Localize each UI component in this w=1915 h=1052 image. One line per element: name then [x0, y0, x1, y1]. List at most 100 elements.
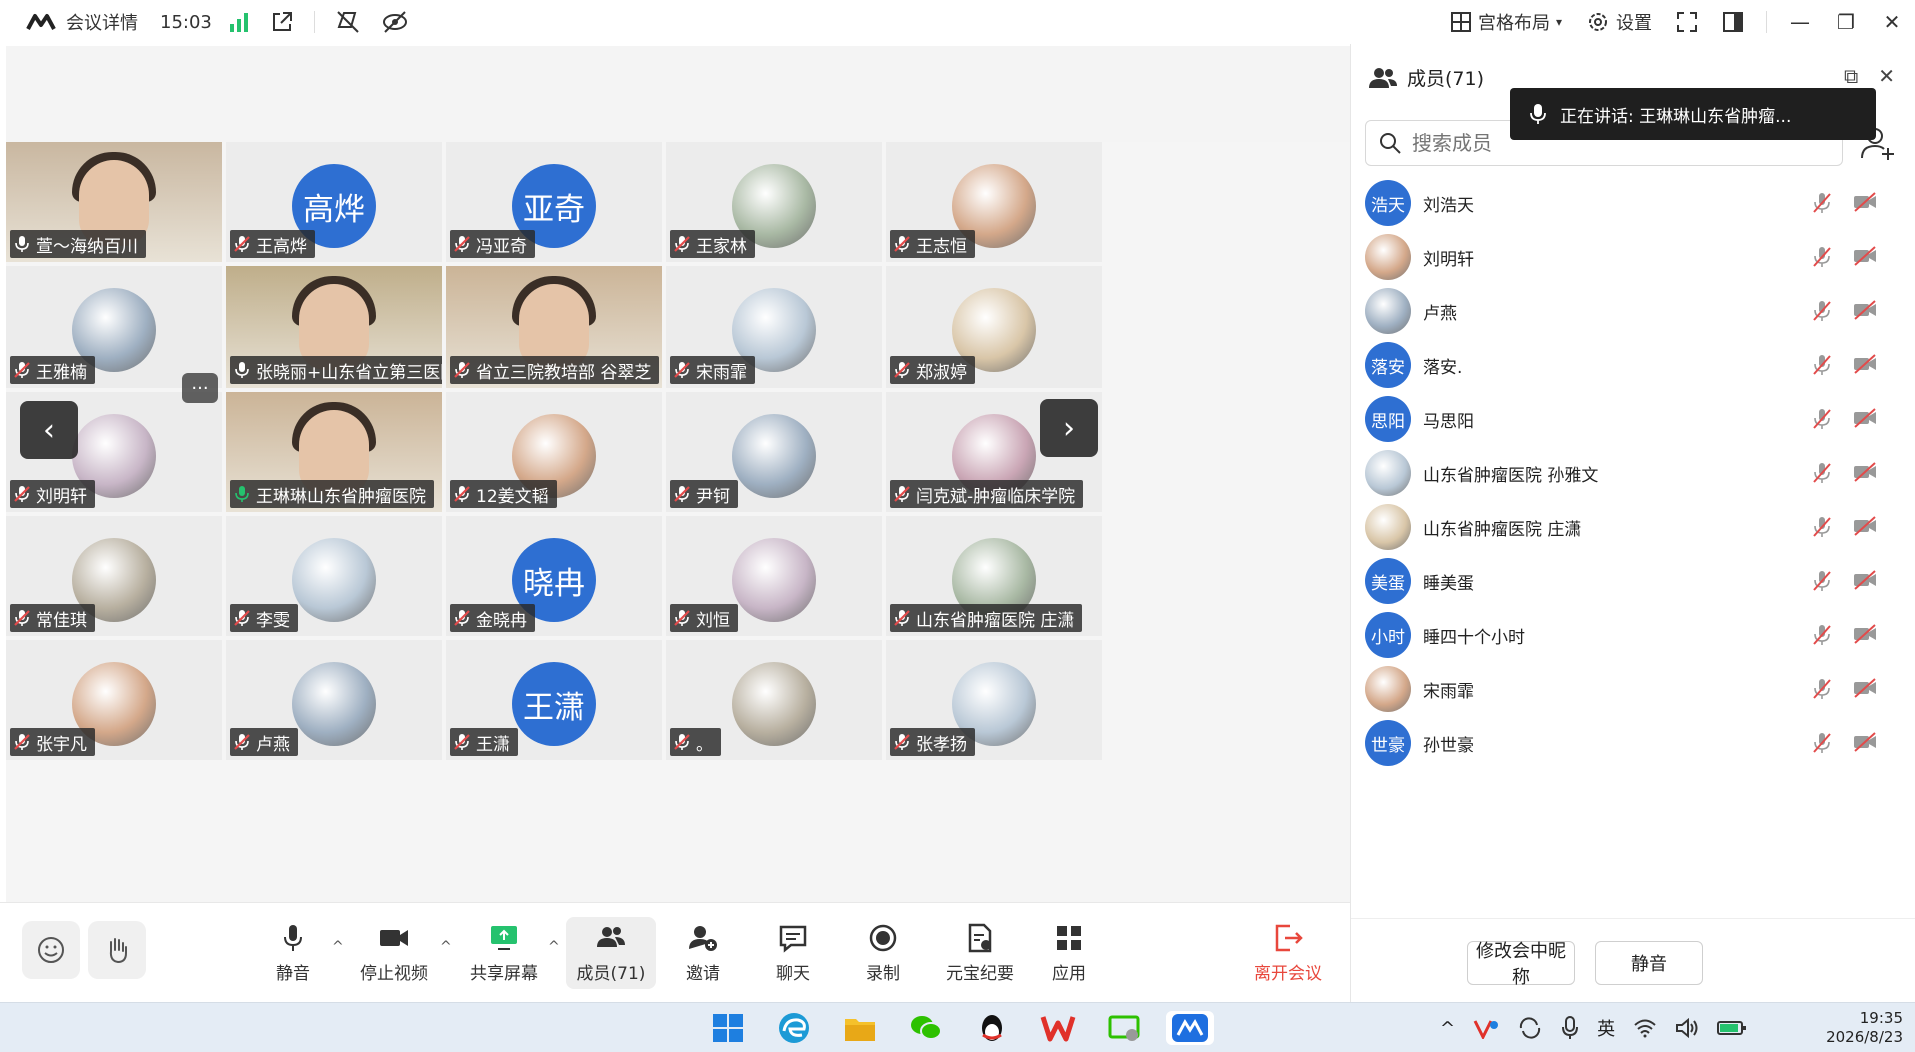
antivirus-tray-icon[interactable] — [1473, 1017, 1499, 1039]
participant-tile[interactable]: 张孝扬 — [886, 640, 1102, 760]
video-off-icon[interactable] — [1853, 354, 1877, 374]
mic-muted-icon[interactable] — [1813, 516, 1831, 538]
participant-tile[interactable]: 晓冉 金晓冉 — [446, 516, 662, 636]
wechat-icon[interactable] — [908, 1011, 944, 1045]
microphone-tray-icon[interactable] — [1561, 1016, 1579, 1040]
video-off-icon[interactable] — [1853, 516, 1877, 536]
video-off-icon[interactable] — [1853, 246, 1877, 266]
participant-tile[interactable]: 常佳琪 — [6, 516, 222, 636]
system-clock[interactable]: 19:35 2026/8/23 — [1826, 1009, 1903, 1047]
record-button[interactable]: 录制 — [838, 917, 928, 989]
minimize-button[interactable]: — — [1777, 10, 1823, 34]
screen-tool-icon[interactable] — [1106, 1011, 1142, 1045]
mic-muted-icon[interactable] — [1813, 192, 1831, 214]
participant-tile[interactable]: 王家林 — [666, 142, 882, 262]
video-off-icon[interactable] — [1853, 570, 1877, 590]
participant-tile[interactable]: 高烨 王高烨 — [226, 142, 442, 262]
chat-button[interactable]: 聊天 — [748, 917, 838, 989]
popout-panel-icon[interactable]: ⧉ — [1844, 64, 1858, 88]
participant-tile[interactable]: 宋雨霏 — [666, 266, 882, 388]
mic-muted-icon[interactable] — [1813, 570, 1831, 592]
windows-start-icon[interactable] — [710, 1011, 746, 1045]
member-list-item[interactable]: 小时 睡四十个小时 — [1365, 608, 1895, 662]
member-list-item[interactable]: 山东省肿瘤医院 庄潇 — [1365, 500, 1895, 554]
volume-icon[interactable] — [1675, 1018, 1699, 1038]
close-window-button[interactable]: ✕ — [1869, 10, 1915, 34]
video-off-icon[interactable] — [1853, 300, 1877, 320]
leave-meeting-button[interactable]: 离开会议 — [1238, 917, 1338, 989]
previous-page-button[interactable]: ‹ — [20, 401, 78, 459]
mic-muted-icon[interactable] — [1813, 462, 1831, 484]
tencent-meeting-task-icon[interactable] — [1166, 1011, 1214, 1045]
member-list-item[interactable]: 山东省肿瘤医院 孙雅文 — [1365, 446, 1895, 500]
video-off-icon[interactable] — [1853, 624, 1877, 644]
settings-button[interactable]: 设置 — [1574, 9, 1664, 35]
member-list-item[interactable]: 思阳 马思阳 — [1365, 392, 1895, 446]
participant-tile[interactable]: 刘恒 — [666, 516, 882, 636]
member-list-item[interactable]: 卢燕 — [1365, 284, 1895, 338]
video-off-icon[interactable] — [1853, 732, 1877, 752]
external-link-icon[interactable] — [270, 10, 294, 34]
toggle-sidebar-button[interactable] — [1710, 11, 1756, 33]
participant-tile[interactable]: 12姜文韬 — [446, 392, 662, 512]
participant-tile[interactable]: 卢燕 — [226, 640, 442, 760]
invite-button[interactable]: 邀请 — [658, 917, 748, 989]
participant-tile[interactable]: 山东省肿瘤医院 庄潇 — [886, 516, 1102, 636]
sync-tray-icon[interactable] — [1517, 1017, 1543, 1039]
file-explorer-icon[interactable] — [842, 1011, 878, 1045]
mute-button[interactable]: 静音 — [248, 917, 338, 989]
participant-tile[interactable]: 李雯 — [226, 516, 442, 636]
input-method-indicator[interactable]: 英 — [1597, 1015, 1615, 1041]
restore-button[interactable]: ❐ — [1823, 10, 1869, 34]
mic-muted-icon[interactable] — [1813, 732, 1831, 754]
mic-muted-icon[interactable] — [1813, 300, 1831, 322]
mute-notifications-icon[interactable] — [335, 9, 361, 35]
battery-charging-icon[interactable] — [1717, 1018, 1747, 1038]
rename-in-meeting-button[interactable]: 修改会中昵称 — [1467, 941, 1575, 988]
mic-muted-icon[interactable] — [1813, 408, 1831, 430]
edge-browser-icon[interactable] — [776, 1011, 812, 1045]
participant-tile[interactable]: 郑淑婷 — [886, 266, 1102, 388]
next-page-button[interactable]: › — [1040, 399, 1098, 457]
mute-all-button[interactable]: 静音 — [1595, 941, 1703, 985]
participant-tile[interactable]: 王雅楠 — [6, 266, 222, 388]
meeting-details-link[interactable]: 会议详情 — [66, 9, 138, 35]
signal-strength-icon[interactable] — [228, 11, 250, 33]
video-off-icon[interactable] — [1853, 408, 1877, 428]
mic-muted-icon[interactable] — [1813, 678, 1831, 700]
member-list-item[interactable]: 宋雨霏 — [1365, 662, 1895, 716]
member-list-item[interactable]: 落安 落安. — [1365, 338, 1895, 392]
participant-tile[interactable]: 张宇凡 — [6, 640, 222, 760]
member-list-item[interactable]: 美蛋 睡美蛋 — [1365, 554, 1895, 608]
raise-hand-button[interactable] — [88, 921, 146, 979]
wifi-icon[interactable] — [1633, 1018, 1657, 1038]
fullscreen-button[interactable] — [1664, 11, 1710, 33]
participant-tile[interactable]: 尹钶 — [666, 392, 882, 512]
participant-tile[interactable]: 王琳琳山东省肿瘤医院 — [226, 392, 442, 512]
show-hidden-icons-chevron-icon[interactable]: ^ — [1440, 1018, 1455, 1039]
participant-tile[interactable]: 王志恒 — [886, 142, 1102, 262]
participant-tile[interactable]: 萱～海纳百川 — [6, 142, 222, 262]
mic-muted-icon[interactable] — [1813, 624, 1831, 646]
stop-video-button[interactable]: 停止视频 — [344, 917, 444, 989]
grid-layout-button[interactable]: 宫格布局 ▾ — [1438, 9, 1574, 35]
video-options-chevron-icon[interactable]: ^ — [440, 939, 452, 955]
members-button[interactable]: 成员(71) — [566, 917, 656, 989]
wps-office-icon[interactable] — [1040, 1011, 1076, 1045]
hide-video-icon[interactable] — [381, 9, 409, 35]
mic-muted-icon[interactable] — [1813, 354, 1831, 376]
share-screen-button[interactable]: 共享屏幕 — [454, 917, 554, 989]
apps-button[interactable]: 应用 — [1024, 917, 1114, 989]
participant-tile[interactable]: 省立三院教培部 谷翠芝 — [446, 266, 662, 388]
participant-tile[interactable]: 王潇 王潇 — [446, 640, 662, 760]
share-options-chevron-icon[interactable]: ^ — [548, 939, 560, 955]
member-list-item[interactable]: 刘明轩 — [1365, 230, 1895, 284]
video-off-icon[interactable] — [1853, 192, 1877, 212]
participant-tile[interactable]: 张晓丽+山东省立第三医院 — [226, 266, 442, 388]
video-off-icon[interactable] — [1853, 462, 1877, 482]
participant-tile[interactable]: 。 — [666, 640, 882, 760]
reactions-button[interactable] — [22, 921, 80, 979]
ai-minutes-button[interactable]: 元宝纪要 — [930, 917, 1030, 989]
member-list-item[interactable]: 浩天 刘浩天 — [1365, 176, 1895, 230]
tile-more-button[interactable]: ··· — [182, 373, 218, 403]
